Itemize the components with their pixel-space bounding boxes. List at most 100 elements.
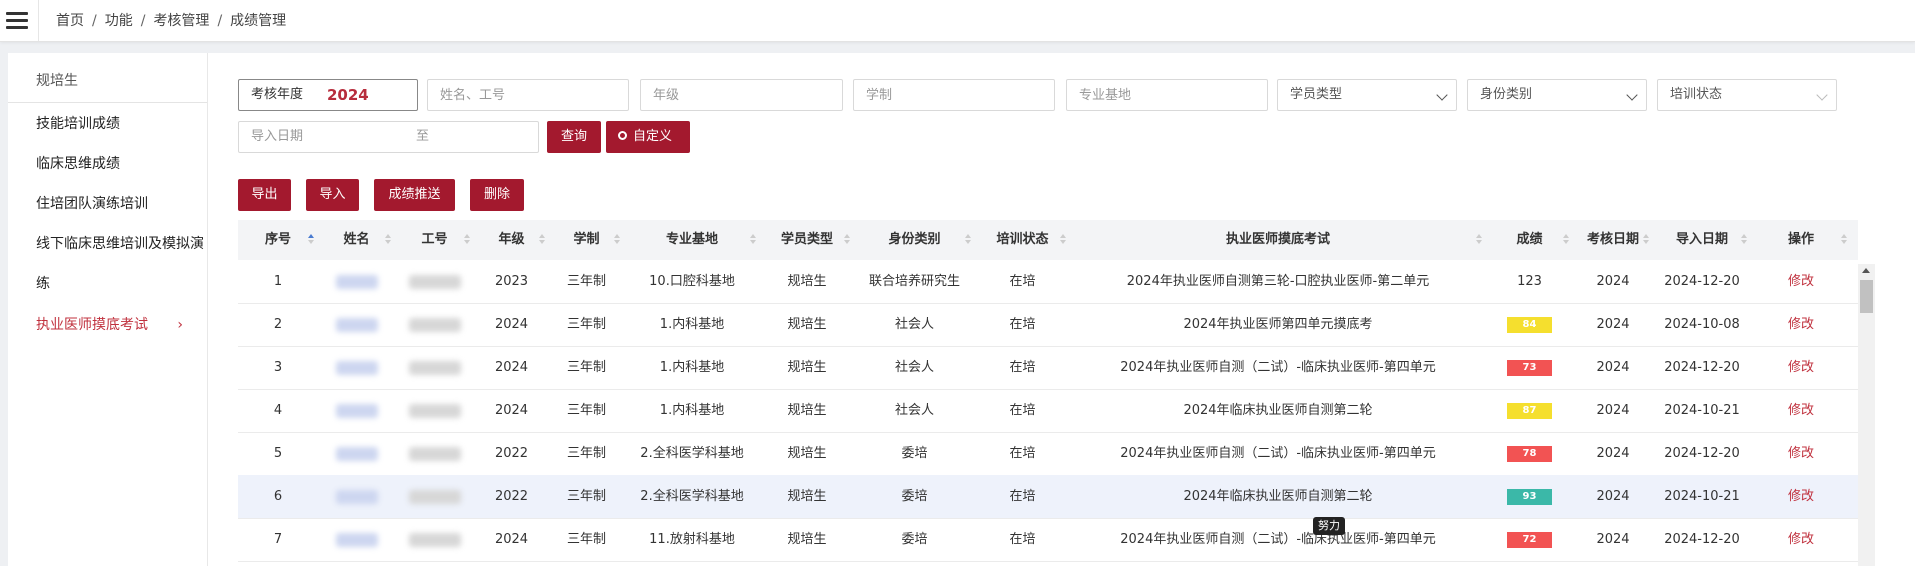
cell-base: 1.内科基地 [659,317,725,332]
cell-status: 在培 [1009,360,1036,375]
score-badge: 93 [1507,488,1552,505]
col-header-exam-date[interactable]: 考核日期 [1573,220,1653,260]
table-row[interactable]: 3 2024 三年制 1.内科基地 规培生 社会人 在培 2024年执业医师自测（二试）-临床… [238,346,1858,390]
col-header-name[interactable]: 姓名 [318,220,395,260]
col-header-no[interactable]: 序号 [238,220,318,260]
col-header-score[interactable]: 成绩 [1486,220,1573,260]
exam-year-value: 2024 [327,86,369,104]
sidebar-item-offline-training-cont[interactable]: 练 [8,268,207,300]
table-row[interactable]: 2 2024 三年制 1.内科基地 规培生 社会人 在培 2024年执业医师第四单元摸底考 84… [238,303,1858,347]
cell-import-date: 2024-10-21 [1664,403,1740,418]
table-header: 序号 姓名 工号 年级 学制 专业基地 学员类型 身份类别 培训状态 执业医师摸… [238,220,1858,260]
sidebar-item-team-drill[interactable]: 住培团队演练培训 [8,188,207,220]
edit-link[interactable]: 修改 [1751,346,1851,389]
col-header-id[interactable]: 工号 [395,220,474,260]
col-header-status[interactable]: 培训状态 [975,220,1070,260]
edit-link[interactable]: 修改 [1751,475,1851,518]
breadcrumb-separator: / [140,13,146,29]
push-scores-button[interactable]: 成绩推送 [374,179,455,211]
sidebar-item-clinical-thinking[interactable]: 临床思维成绩 [8,148,207,180]
import-button[interactable]: 导入 [306,179,359,211]
cell-base: 1.内科基地 [659,403,725,418]
breadcrumb-separator: / [92,13,97,29]
col-header-grade[interactable]: 年级 [474,220,549,260]
cell-base: 2.全科医学科基地 [640,446,744,461]
breadcrumb-assessment[interactable]: 考核管理 [153,13,209,29]
col-header-base[interactable]: 专业基地 [624,220,760,260]
col-header-student-type[interactable]: 学员类型 [760,220,854,260]
col-header-label: 考核日期 [1586,232,1639,247]
sidebar-item-license-exam[interactable]: 执业医师摸底考试 › [8,309,207,341]
col-header-identity[interactable]: 身份类别 [854,220,975,260]
system-input[interactable] [866,80,1054,110]
status-value: 培训状态 [1670,87,1723,102]
col-header-import-date[interactable]: 导入日期 [1653,220,1751,260]
cell-id [395,260,474,303]
col-header-system[interactable]: 学制 [549,220,624,260]
edit-link[interactable]: 修改 [1751,389,1851,432]
cell-exam-date: 2024 [1596,403,1630,418]
cell-id [395,518,474,561]
cell-import-date: 2024-12-20 [1664,532,1740,547]
cell-no: 3 [273,360,283,375]
cell-student-type: 规培生 [787,403,827,418]
grade-input[interactable] [653,80,842,110]
scroll-up-arrow-icon[interactable] [1862,268,1870,273]
custom-button[interactable]: 自定义 [606,121,690,153]
name-id-input[interactable] [440,80,628,110]
edit-link[interactable]: 修改 [1751,518,1851,561]
identity-select[interactable]: 身份类别 [1467,79,1647,111]
status-select[interactable]: 培训状态 [1657,79,1837,111]
edit-link[interactable]: 修改 [1751,303,1851,346]
cell-exam: 2024年执业医师自测第三轮-口腔执业医师-第二单元 [1126,274,1430,289]
breadcrumb-home[interactable]: 首页 [56,13,84,29]
col-header-label: 操作 [1787,232,1814,247]
sort-icon [844,234,850,244]
edit-link[interactable]: 修改 [1751,432,1851,475]
cell-student-type: 规培生 [787,532,827,547]
score-badge: 73 [1507,359,1552,376]
hamburger-menu-icon[interactable] [6,10,28,30]
score-badge: 78 [1507,445,1552,462]
cell-exam-date: 2024 [1596,274,1630,289]
cell-base: 1.内科基地 [659,360,725,375]
cell-exam: 2024年执业医师第四单元摸底考 [1183,317,1373,332]
vertical-scrollbar[interactable] [1858,264,1875,566]
query-button[interactable]: 查询 [547,121,601,153]
cell-import-date: 2024-12-20 [1664,274,1740,289]
breadcrumb-function[interactable]: 功能 [105,13,133,29]
cell-grade: 2024 [494,403,529,418]
sort-icon [1643,234,1649,244]
table-row[interactable]: 5 2022 三年制 2.全科医学科基地 规培生 委培 在培 2024年执业医师自测（二试）-… [238,432,1858,476]
cell-score: 78 [1486,432,1573,475]
student-type-value: 学员类型 [1290,87,1343,102]
sidebar-item-skill-scores[interactable]: 技能培训成绩 [8,108,207,140]
sidebar-item-offline-training[interactable]: 线下临床思维培训及模拟演 [8,228,207,260]
col-header-label: 年级 [498,232,525,247]
col-header-exam[interactable]: 执业医师摸底考试 [1070,220,1486,260]
custom-button-label: 自定义 [633,129,673,144]
cell-grade: 2022 [494,446,529,461]
cell-status: 在培 [1009,446,1036,461]
base-input-wrap [1066,79,1268,111]
scrollbar-thumb[interactable] [1860,280,1873,313]
student-type-select[interactable]: 学员类型 [1277,79,1457,111]
exam-year-field[interactable]: 考核年度 2024 [238,79,418,111]
export-button[interactable]: 导出 [238,179,291,211]
table-row[interactable]: 1 2023 三年制 10.口腔科基地 规培生 联合培养研究生 在培 2024年执业医师自测第… [238,260,1858,304]
cell-import-date: 2024-12-20 [1664,360,1740,375]
table-row[interactable]: 7 2024 三年制 11.放射科基地 规培生 委培 在培 2024年执业医师自测（二试）-临… [238,518,1858,562]
table-row[interactable]: 6 2022 三年制 2.全科医学科基地 规培生 委培 在培 2024年临床执业医师自测第二轮… [238,475,1858,519]
cell-name [318,303,395,346]
delete-button[interactable]: 删除 [470,179,524,211]
sort-icon [539,234,545,244]
table-row[interactable]: 4 2024 三年制 1.内科基地 规培生 社会人 在培 2024年临床执业医师自测第二轮 87… [238,389,1858,433]
cell-name [318,432,395,475]
cell-name [318,389,395,432]
search-icon [618,131,627,140]
base-input[interactable] [1079,80,1267,110]
cell-score: 93 [1486,475,1573,518]
grade-input-wrap [640,79,843,111]
import-date-range[interactable]: 导入日期 至 [238,121,539,153]
edit-link[interactable]: 修改 [1751,260,1851,303]
